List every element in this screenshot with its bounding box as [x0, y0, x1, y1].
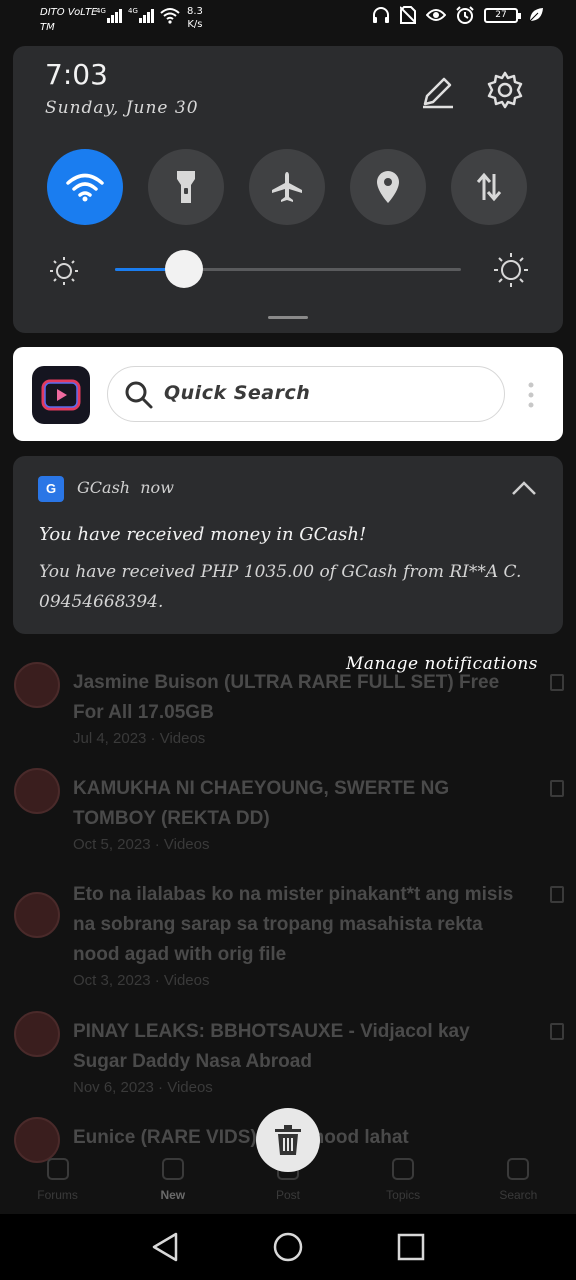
list-item-meta: Jul 4, 2023 · Videos [73, 730, 206, 747]
document-icon [550, 1023, 564, 1040]
panel-drag-handle[interactable] [268, 316, 308, 319]
location-toggle[interactable] [350, 149, 426, 225]
brightness-high-icon [493, 252, 529, 288]
forums-icon [46, 1158, 69, 1180]
signal-icon: 4G [128, 6, 154, 28]
gcash-notification[interactable]: G GCash now You have received money in G… [13, 456, 563, 634]
quick-settings-panel: 7:03 Sunday, June 30 [13, 46, 563, 333]
brightness-slider-thumb[interactable] [165, 250, 203, 288]
search-icon [124, 380, 154, 410]
home-icon[interactable] [271, 1230, 305, 1264]
quick-search-card: Quick Search [13, 347, 563, 441]
wifi-icon [66, 173, 104, 202]
notification-time: now [140, 478, 174, 497]
trash-icon [275, 1125, 301, 1155]
clock-time[interactable]: 7:03 [45, 58, 108, 91]
leaf-icon [529, 8, 543, 22]
notification-body: You have received PHP 1035.00 of GCash f… [39, 562, 522, 612]
battery-icon: 27 [484, 7, 521, 23]
topics-icon [392, 1158, 415, 1180]
more-options-icon[interactable] [527, 381, 535, 409]
back-icon[interactable] [148, 1230, 182, 1264]
signal-icon: 4G [96, 6, 122, 28]
list-item: KAMUKHA NI CHAEYOUNG, SWERTE NG TOMBOY (… [0, 756, 576, 862]
svg-text:4G: 4G [96, 7, 106, 15]
list-item: Eto na ilalabas ko na mister pinakant*t … [0, 862, 576, 999]
document-icon [550, 780, 564, 797]
list-item: PINAY LEAKS: BBHOTSAUXE - Vidjacol kay S… [0, 999, 576, 1105]
avatar [14, 1011, 60, 1057]
avatar [14, 768, 60, 814]
airplane-mode-toggle[interactable] [249, 149, 325, 225]
airplane-icon [272, 172, 302, 202]
list-item-meta: Oct 3, 2023 · Videos [73, 972, 210, 989]
clear-notifications-button[interactable] [256, 1108, 320, 1172]
alarm-icon [456, 6, 474, 24]
wifi-status-icon [160, 6, 180, 28]
status-icons: 27 [372, 6, 544, 24]
search-placeholder: Quick Search [164, 382, 311, 404]
document-icon [550, 674, 564, 691]
avatar [14, 892, 60, 938]
mobile-data-toggle[interactable] [451, 149, 527, 225]
no-sim-icon [400, 6, 416, 24]
tab-search: Search [473, 1158, 563, 1202]
manage-notifications-link[interactable]: Manage notifications [346, 654, 538, 674]
wifi-toggle[interactable] [47, 149, 123, 225]
network-speed: 8.3 K/s [187, 6, 203, 30]
avatar [14, 662, 60, 708]
list-item-title: KAMUKHA NI CHAEYOUNG, SWERTE NG TOMBOY (… [73, 778, 450, 829]
list-item-title: PINAY LEAKS: BBHOTSAUXE - Vidjacol kay S… [73, 1021, 470, 1072]
svg-text:4G: 4G [128, 7, 138, 15]
list-item-meta: Oct 5, 2023 · Videos [73, 836, 210, 853]
clock-date[interactable]: Sunday, June 30 [45, 98, 199, 118]
eye-icon [426, 9, 446, 21]
status-bar: DITO VoLTE TM 4G 4G 8.3 K/s 27 [0, 0, 576, 42]
location-icon [377, 171, 399, 203]
tab-new: New [128, 1158, 218, 1202]
data-arrows-icon [476, 172, 502, 202]
notification-title: You have received money in GCash! [39, 524, 367, 545]
recents-icon[interactable] [394, 1230, 428, 1264]
brightness-low-icon [49, 256, 79, 286]
gcash-app-icon: G [38, 476, 64, 502]
tab-forums: Forums [13, 1158, 103, 1202]
edit-icon[interactable] [417, 72, 457, 112]
list-item-title: Eto na ilalabas ko na mister pinakant*t … [73, 884, 514, 965]
search-input[interactable]: Quick Search [107, 366, 505, 422]
notification-header: GCash now [77, 478, 174, 497]
document-icon [550, 886, 564, 903]
tab-topics: Topics [358, 1158, 448, 1202]
gear-icon[interactable] [485, 70, 525, 110]
notification-app-name: GCash [77, 478, 131, 497]
list-item-meta: Nov 6, 2023 · Videos [73, 1079, 213, 1096]
flashlight-icon [177, 171, 195, 203]
navigation-bar [0, 1214, 576, 1280]
search-icon [507, 1158, 530, 1180]
new-icon [161, 1158, 184, 1180]
chevron-up-icon[interactable] [511, 480, 537, 496]
flashlight-toggle[interactable] [148, 149, 224, 225]
carrier-label: DITO VoLTE TM [40, 7, 98, 33]
headphones-icon [373, 7, 389, 23]
video-app-icon[interactable] [32, 366, 90, 424]
